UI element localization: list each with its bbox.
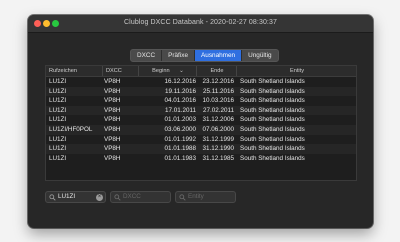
search-icon xyxy=(179,193,186,201)
cell-entity: South Shetland Islands xyxy=(240,87,305,95)
table-row[interactable]: LU1ZI VP8H 19.11.2016 25.11.2016 South Shetl… xyxy=(46,86,356,97)
cell-entity: South Shetland Islands xyxy=(240,106,305,114)
table-row[interactable]: LU1ZI VP8H 16.12.2016 23.12.2016 South Shetl… xyxy=(46,77,356,87)
cell-entity: South Shetland Islands xyxy=(240,125,305,133)
cell-dxcc: VP8H xyxy=(104,154,121,162)
column-header-entity[interactable]: Entity xyxy=(236,66,357,76)
cell-entity: South Shetland Islands xyxy=(240,145,305,153)
cell-rufzeichen: LU1ZI xyxy=(49,106,67,114)
column-header-dxcc[interactable]: DXCC xyxy=(102,66,122,76)
table-header: Rufzeichen DXCC Beginn ⌄ Ende Entity xyxy=(46,66,356,77)
cell-entity: South Shetland Islands xyxy=(240,97,305,105)
cell-rufzeichen: LU1ZI xyxy=(49,87,67,95)
search-icon xyxy=(49,193,56,201)
dxcc-filter-field[interactable]: DXCC xyxy=(110,191,171,203)
window-title: Clublog DXCC Databank - 2020-02-27 08:30… xyxy=(124,19,277,26)
cell-beginn: 16.12.2016 xyxy=(164,78,196,85)
cell-ende: 27.02.2011 xyxy=(202,106,234,114)
column-header-beginn-label: Beginn xyxy=(152,68,170,74)
table-body: LU1ZI VP8H 16.12.2016 23.12.2016 South Shetl… xyxy=(46,77,356,163)
tab-ungueltig[interactable]: Ungültig xyxy=(242,50,277,61)
cell-rufzeichen: LU1ZI xyxy=(49,116,67,124)
cell-rufzeichen: LU1ZI xyxy=(49,78,67,85)
tab-ausnahmen[interactable]: Ausnahmen xyxy=(195,50,243,61)
cell-beginn: 01.01.1983 xyxy=(164,154,196,162)
cell-ende: 31.12.1999 xyxy=(202,135,234,143)
cell-entity: South Shetland Islands xyxy=(240,135,305,143)
table-row[interactable]: LU1ZI VP8H 01.01.1992 31.12.1999 South Shetl… xyxy=(46,135,356,145)
cell-dxcc: VP8H xyxy=(104,116,121,124)
cell-dxcc: VP8H xyxy=(104,106,121,114)
cell-dxcc: VP8H xyxy=(104,145,121,153)
cell-rufzeichen: LU1ZI xyxy=(49,97,67,105)
cell-entity: South Shetland Islands xyxy=(240,78,305,85)
column-header-beginn[interactable]: Beginn ⌄ xyxy=(138,66,197,76)
cell-ende: 07.06.2000 xyxy=(202,125,234,133)
table-row[interactable]: LU1ZI VP8H 01.01.2003 31.12.2006 South Shetl… xyxy=(46,115,356,125)
table-row[interactable]: LU1ZI/HF0POL VP8H 03.06.2000 07.06.2000 Sout… xyxy=(46,124,356,135)
cell-dxcc: VP8H xyxy=(104,97,121,105)
cell-dxcc: VP8H xyxy=(104,78,121,85)
cell-ende: 31.12.1990 xyxy=(202,145,234,153)
cell-beginn: 01.01.1988 xyxy=(164,145,196,153)
cell-rufzeichen: LU1ZI xyxy=(49,135,67,143)
cell-dxcc: VP8H xyxy=(104,135,121,143)
sort-descending-icon: ⌄ xyxy=(179,68,184,74)
cell-rufzeichen: LU1ZI xyxy=(49,154,67,162)
cell-ende: 25.11.2016 xyxy=(202,87,234,95)
cell-dxcc: VP8H xyxy=(104,87,121,95)
tab-praefixe[interactable]: Präfixe xyxy=(162,50,195,61)
cell-rufzeichen: LU1ZI/HF0POL xyxy=(49,125,93,133)
cell-beginn: 03.06.2000 xyxy=(164,125,196,133)
entity-filter-input[interactable]: Entity xyxy=(188,192,204,202)
exceptions-table: Rufzeichen DXCC Beginn ⌄ Ende Entity LU1… xyxy=(45,65,357,181)
table-row[interactable]: LU1ZI VP8H 17.01.2011 27.02.2011 South Shetl… xyxy=(46,105,356,116)
tab-dxcc[interactable]: DXCC xyxy=(131,50,163,61)
dxcc-filter-input[interactable]: DXCC xyxy=(123,192,141,202)
cell-rufzeichen: LU1ZI xyxy=(49,145,67,153)
tab-bar: DXCC Präfixe Ausnahmen Ungültig xyxy=(130,49,279,62)
cell-beginn: 01.01.1992 xyxy=(164,135,196,143)
cell-dxcc: VP8H xyxy=(104,125,121,133)
cell-beginn: 04.01.2016 xyxy=(164,97,196,105)
titlebar[interactable]: Clublog DXCC Databank - 2020-02-27 08:30… xyxy=(28,15,373,33)
cell-ende: 23.12.2016 xyxy=(202,78,234,85)
table-row[interactable]: LU1ZI VP8H 01.01.1983 31.12.1985 South Shetl… xyxy=(46,154,356,164)
search-icon xyxy=(114,193,121,201)
column-header-rufzeichen[interactable]: Rufzeichen xyxy=(49,66,77,76)
table-row[interactable]: LU1ZI VP8H 01.01.1988 31.12.1990 South Shetl… xyxy=(46,144,356,154)
callsign-filter-field[interactable]: LU1ZI × xyxy=(45,191,106,203)
cell-beginn: 01.01.2003 xyxy=(164,116,196,124)
cell-entity: South Shetland Islands xyxy=(240,154,305,162)
cell-ende: 31.12.1985 xyxy=(202,154,234,162)
entity-filter-field[interactable]: Entity xyxy=(175,191,236,203)
app-window: Clublog DXCC Databank - 2020-02-27 08:30… xyxy=(28,15,373,228)
clear-icon[interactable]: × xyxy=(96,193,103,201)
column-header-ende[interactable]: Ende xyxy=(196,66,237,76)
table-row[interactable]: LU1ZI VP8H 04.01.2016 10.03.2016 South Shetl… xyxy=(46,96,356,106)
cell-ende: 10.03.2016 xyxy=(202,97,234,105)
cell-ende: 31.12.2006 xyxy=(202,116,234,124)
cell-beginn: 19.11.2016 xyxy=(164,87,196,95)
cell-beginn: 17.01.2011 xyxy=(164,106,196,114)
cell-entity: South Shetland Islands xyxy=(240,116,305,124)
callsign-filter-input[interactable]: LU1ZI xyxy=(58,192,75,202)
